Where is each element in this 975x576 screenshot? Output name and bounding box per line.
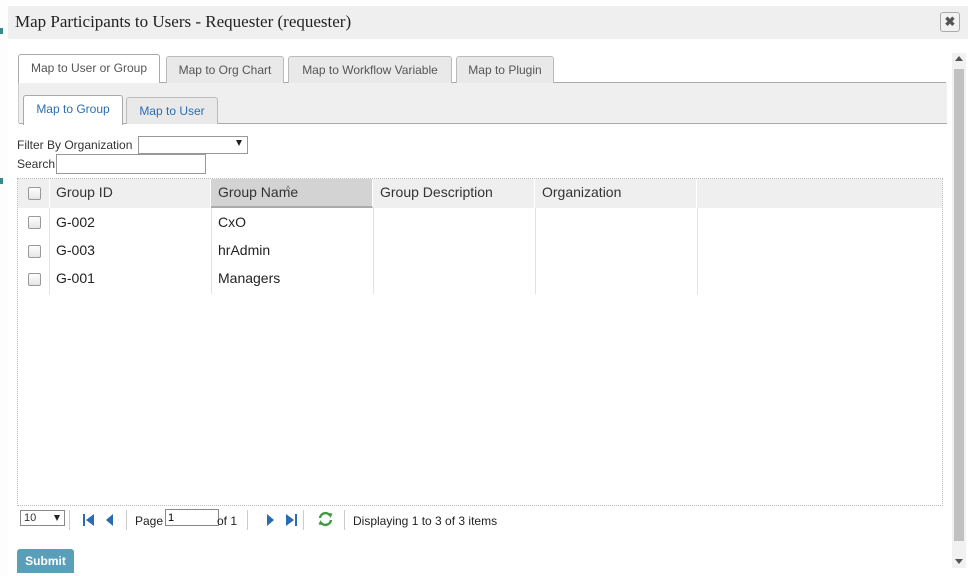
inner-tab-panel: Map to Group Map to User (18, 83, 947, 125)
close-button[interactable]: ✖ (940, 12, 960, 32)
row-checkbox[interactable] (28, 245, 41, 258)
page-size-select[interactable]: 10 (20, 510, 65, 526)
previous-page-icon[interactable] (105, 514, 114, 526)
group-name-cell: hrAdmin (218, 242, 271, 258)
filter-organization-label: Filter By Organization (17, 138, 133, 152)
pager-separator (247, 510, 248, 530)
vertical-scrollbar[interactable] (952, 53, 966, 568)
inner-tab-bar: Map to Group Map to User (19, 95, 947, 125)
header-select-all-cell (18, 179, 50, 208)
tab-map-to-group[interactable]: Map to Group (23, 95, 123, 125)
grid-pager: 10 Page of 1 Displaying 1 to 3 of 3 item… (17, 506, 941, 536)
group-name-cell: Managers (218, 270, 281, 286)
page-number-input[interactable] (165, 509, 219, 526)
group-id-cell: G-003 (56, 242, 95, 258)
pager-separator (126, 510, 127, 530)
group-name-cell: CxO (218, 214, 246, 230)
row-checkbox[interactable] (28, 216, 41, 229)
chevron-down-icon (236, 140, 242, 146)
dialog-titlebar: Map Participants to Users - Requester (r… (8, 6, 968, 39)
search-input[interactable] (56, 154, 206, 174)
column-header-group-name[interactable]: Group Name ^ (211, 179, 373, 208)
background-marker (0, 178, 3, 184)
groups-grid: Group ID Group Name ^ Group Description … (17, 178, 943, 506)
tab-map-to-user[interactable]: Map to User (126, 97, 218, 124)
tab-map-to-plugin[interactable]: Map to Plugin (456, 56, 554, 83)
chevron-down-icon (54, 515, 60, 521)
tab-map-to-workflow-variable[interactable]: Map to Workflow Variable (288, 56, 452, 83)
dialog-title: Map Participants to Users - Requester (r… (15, 12, 352, 31)
scroll-up-icon[interactable] (955, 56, 963, 61)
next-page-icon[interactable] (266, 514, 275, 526)
pager-separator (69, 510, 70, 530)
group-id-cell: G-001 (56, 270, 95, 286)
page-count-label: of 1 (217, 514, 238, 528)
outer-tab-bar: Map to User or Group Map to Org Chart Ma… (18, 54, 946, 84)
row-checkbox[interactable] (28, 273, 41, 286)
scroll-down-icon[interactable] (955, 559, 963, 564)
close-icon: ✖ (944, 14, 956, 29)
background-page-edge (0, 0, 8, 576)
sort-ascending-icon: ^ (286, 184, 291, 194)
tab-map-to-user-or-group[interactable]: Map to User or Group (18, 54, 160, 84)
page-label: Page (135, 514, 164, 528)
tab-map-to-org-chart[interactable]: Map to Org Chart (166, 56, 284, 83)
grid-header: Group ID Group Name ^ Group Description … (18, 179, 942, 208)
table-row[interactable]: G-002 CxO (18, 208, 942, 236)
dialog-content: Map to User or Group Map to Org Chart Ma… (8, 39, 968, 574)
page-size-value: 10 (24, 512, 37, 524)
refresh-icon[interactable] (317, 511, 334, 527)
column-header-organization[interactable]: Organization (535, 179, 697, 208)
search-label: Search (17, 157, 56, 171)
organization-select[interactable] (138, 136, 248, 154)
pager-separator (344, 510, 345, 530)
table-row[interactable]: G-001 Managers (18, 264, 942, 292)
last-page-icon[interactable] (285, 514, 298, 526)
column-header-group-id[interactable]: Group ID (49, 179, 211, 208)
pager-separator (303, 510, 304, 530)
column-header-group-description[interactable]: Group Description (373, 179, 535, 208)
first-page-icon[interactable] (82, 514, 95, 526)
submit-button[interactable]: Submit (17, 549, 74, 573)
select-all-checkbox[interactable] (28, 187, 41, 200)
group-id-cell: G-002 (56, 214, 95, 230)
table-row[interactable]: G-003 hrAdmin (18, 236, 942, 264)
map-participants-dialog: Map Participants to Users - Requester (r… (8, 6, 968, 574)
scrollbar-thumb[interactable] (954, 69, 964, 541)
background-marker (0, 28, 3, 34)
display-count-text: Displaying 1 to 3 of 3 items (353, 514, 498, 528)
